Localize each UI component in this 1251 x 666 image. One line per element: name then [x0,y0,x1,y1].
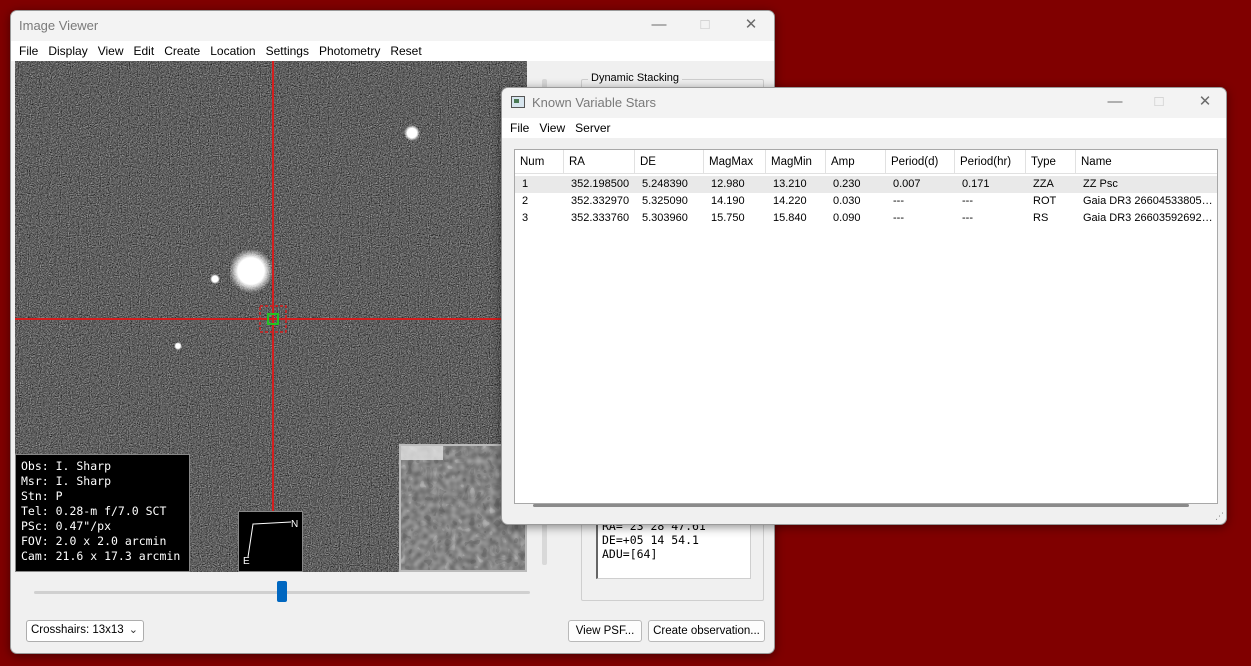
menu-edit[interactable]: Edit [129,44,160,58]
table-row[interactable]: 3 352.333760 5.303960 15.750 15.840 0.09… [515,210,1217,227]
star [174,342,182,350]
frame-slider-thumb[interactable] [277,581,287,602]
col-type[interactable]: Type [1026,150,1076,174]
col-magmax[interactable]: MagMax [704,150,766,174]
table-row[interactable]: 2 352.332970 5.325090 14.190 14.220 0.03… [515,193,1217,210]
cell-magmax: 14.190 [711,195,745,207]
info-fov: FOV: 2.0 x 2.0 arcmin [21,534,167,548]
col-magmin[interactable]: MagMin [766,150,826,174]
close-icon[interactable]: ✕ [1182,88,1226,118]
cell-magmin: 14.220 [773,195,807,207]
chevron-down-icon: ⌄ [128,624,138,636]
crosshairs-select[interactable]: Crosshairs: 13x13 ⌄ [26,620,144,642]
menu-reset[interactable]: Reset [385,44,426,58]
cell-de: 5.248390 [642,178,688,190]
cell-type: RS [1033,212,1049,224]
cell-ra: 352.332970 [571,195,630,207]
info-station: Stn: P [21,489,63,503]
create-observation-button[interactable]: Create observation... [648,620,765,642]
variable-stars-table: Num RA DE MagMax MagMin Amp Period(d) Pe… [514,149,1218,507]
cell-amp: 0.090 [833,212,861,224]
resize-grip-icon[interactable]: ⋰ [1215,511,1224,522]
cell-period-hr: 0.171 [962,178,990,190]
window-title: Known Variable Stars [532,95,657,110]
cell-amp: 0.030 [833,195,861,207]
table-header: Num RA DE MagMax MagMin Amp Period(d) Pe… [515,150,1217,174]
cell-name: ZZ Psc [1083,178,1118,190]
cell-period-d: --- [893,195,904,207]
cell-num: 1 [522,178,529,190]
menu-display[interactable]: Display [43,44,92,58]
cell-num: 3 [522,212,529,224]
col-period-d[interactable]: Period(d) [886,150,955,174]
compass-east-label: E [243,556,250,567]
col-num[interactable]: Num [515,150,564,174]
cell-magmax: 15.750 [711,212,745,224]
cell-period-d: 0.007 [893,178,921,190]
title-bar: Known Variable Stars — □ ✕ [502,88,1226,118]
cell-magmin: 15.840 [773,212,807,224]
menu-file[interactable]: File [14,44,43,58]
cell-magmax: 12.980 [711,178,745,190]
menu-file[interactable]: File [505,121,534,135]
maximize-icon[interactable]: □ [1136,88,1182,118]
info-telescope: Tel: 0.28-m f/7.0 SCT [21,504,167,518]
cell-magmin: 13.210 [773,178,807,190]
observation-info-box: Obs: I. Sharp Msr: I. Sharp Stn: P Tel: 0.2… [15,454,190,572]
menu-bar: File View Server [502,118,1226,138]
table-row[interactable]: 1 352.198500 5.248390 12.980 13.210 0.23… [515,176,1217,193]
star [404,125,420,141]
horizontal-scrollbar[interactable] [533,504,1189,507]
coordinate-readout: RA= 23 28 47.61 DE=+05 14 54.1 ADU=[64] [596,516,751,579]
col-ra[interactable]: RA [564,150,635,174]
cell-period-hr: --- [962,212,973,224]
compass-north-label: N [291,519,299,530]
title-bar: Image Viewer — □ ✕ [11,11,774,41]
minimize-icon[interactable]: — [636,11,682,41]
menu-server[interactable]: Server [570,121,615,135]
col-de[interactable]: DE [635,150,704,174]
menu-create[interactable]: Create [159,44,205,58]
bright-star [229,249,273,293]
cell-de: 5.303960 [642,212,688,224]
compass-overlay: N E [238,511,303,572]
cell-period-d: --- [893,212,904,224]
window-app-icon [511,96,525,108]
minimize-icon[interactable]: — [1092,88,1138,118]
star [210,274,220,284]
col-amp[interactable]: Amp [826,150,886,174]
view-psf-button[interactable]: View PSF... [568,620,642,642]
cell-de: 5.325090 [642,195,688,207]
cell-ra: 352.333760 [571,212,630,224]
col-name[interactable]: Name [1076,150,1217,174]
menu-bar: File Display View Edit Create Location S… [11,41,774,61]
cell-type: ROT [1033,195,1057,207]
dynamic-stacking-label: Dynamic Stacking [588,72,683,84]
col-period-hr[interactable]: Period(hr) [955,150,1026,174]
menu-settings[interactable]: Settings [261,44,314,58]
cell-num: 2 [522,195,529,207]
cell-amp: 0.230 [833,178,861,190]
menu-view[interactable]: View [534,121,570,135]
coord-adu: ADU=[64] [602,547,658,561]
info-camera: Cam: 21.6 x 17.3 arcmin [21,549,181,563]
menu-location[interactable]: Location [205,44,260,58]
crosshairs-value: Crosshairs: 13x13 [31,624,124,636]
cell-period-hr: --- [962,195,973,207]
cell-name: Gaia DR3 2660453380531... [1083,195,1217,207]
info-pixel-scale: PSc: 0.47"/px [21,519,112,533]
maximize-icon[interactable]: □ [682,11,728,41]
menu-photometry[interactable]: Photometry [314,44,385,58]
window-title: Image Viewer [19,18,99,33]
cell-type: ZZA [1033,178,1054,190]
info-observer: Obs: I. Sharp [21,459,112,473]
cell-name: Gaia DR3 2660359269207... [1083,212,1217,224]
cell-ra: 352.198500 [571,178,630,190]
menu-view[interactable]: View [93,44,129,58]
close-icon[interactable]: ✕ [728,11,774,41]
known-variable-stars-window: Known Variable Stars — □ ✕ File View Ser… [501,87,1227,525]
coord-de: DE=+05 14 54.1 [602,533,699,547]
info-measurer: Msr: I. Sharp [21,474,112,488]
